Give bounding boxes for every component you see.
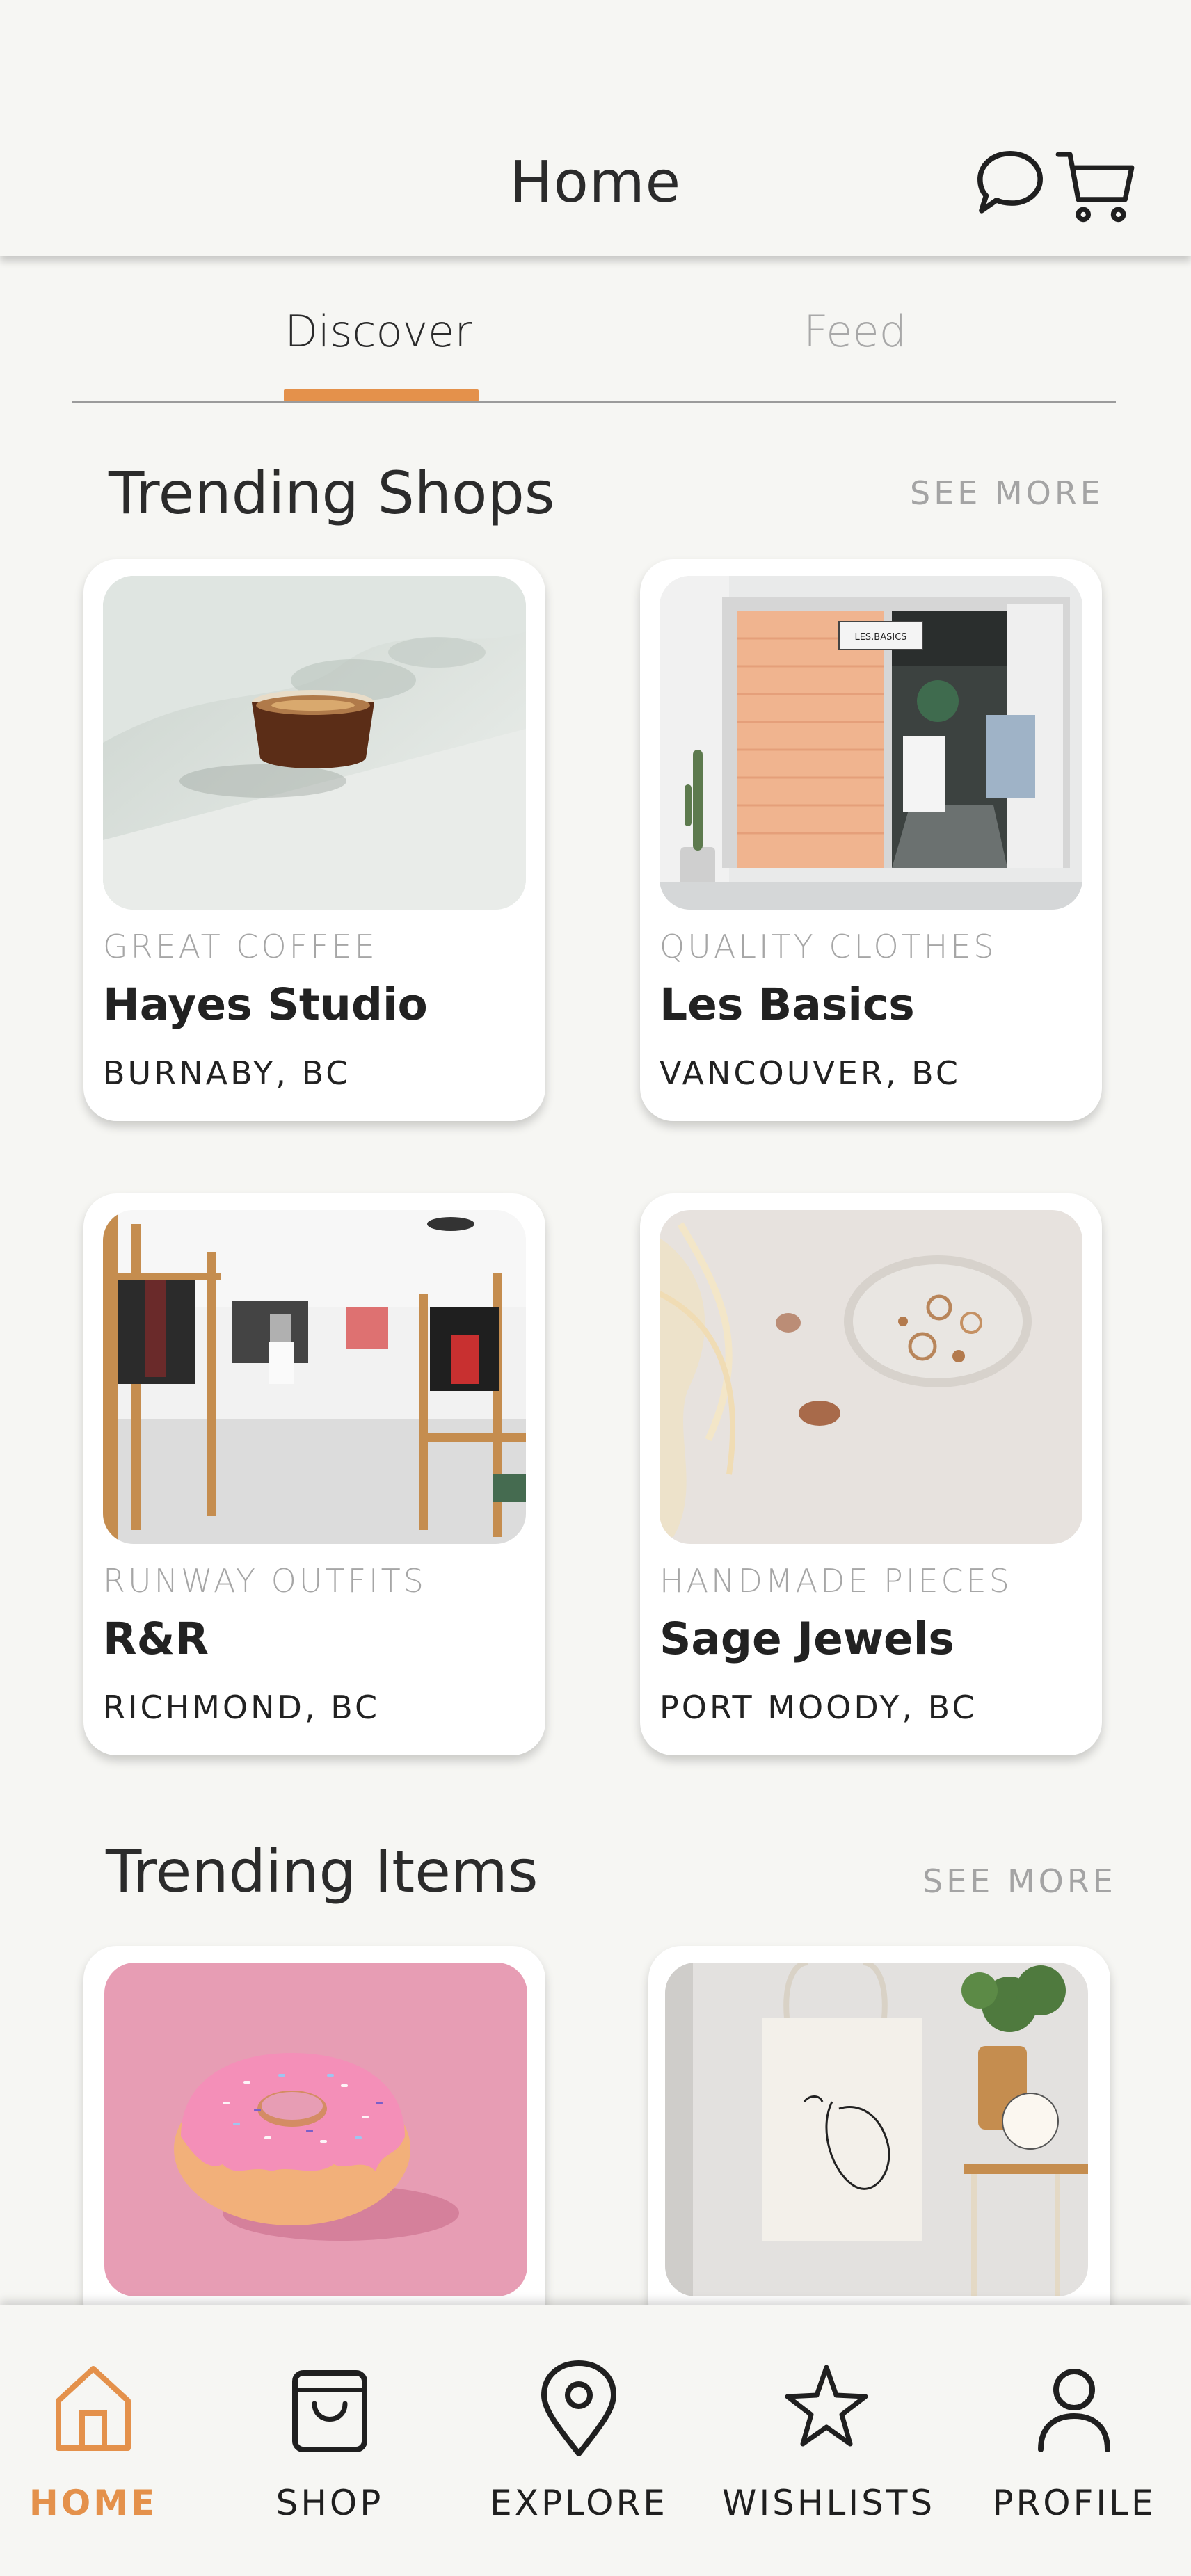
user-icon xyxy=(1032,2359,1116,2456)
tab-discover[interactable]: Discover xyxy=(281,306,476,357)
trending-shops-title: Trending Shops xyxy=(109,459,555,527)
shop-category: RUNWAY OUTFITS xyxy=(103,1562,426,1600)
tab-divider xyxy=(72,401,1116,403)
trending-shops-see-more[interactable]: SEE MORE xyxy=(910,474,1104,512)
shop-category: HANDMADE PIECES xyxy=(660,1562,1012,1600)
nav-profile-label: PROFILE xyxy=(992,2483,1156,2523)
shop-location: PORT MOODY, BC xyxy=(660,1689,977,1726)
shop-image-storefront: LES.BASICS xyxy=(660,576,1082,910)
shop-card-r-and-r[interactable]: RUNWAY OUTFITS R&R RICHMOND, BC xyxy=(83,1193,545,1755)
shop-card-les-basics[interactable]: LES.BASICS QUALITY CLOTHES Les Basics VA… xyxy=(640,559,1102,1121)
star-icon xyxy=(785,2359,868,2456)
nav-home[interactable]: HOME xyxy=(0,2305,198,2576)
item-card-tote-bag[interactable] xyxy=(648,1946,1110,2335)
home-icon xyxy=(51,2359,135,2456)
shop-image-jewelry xyxy=(660,1210,1082,1544)
nav-home-label: HOME xyxy=(29,2483,158,2523)
shop-location: RICHMOND, BC xyxy=(103,1689,381,1726)
nav-shop[interactable]: SHOP xyxy=(225,2305,434,2576)
shop-name: Les Basics xyxy=(660,979,915,1030)
item-card-donut[interactable] xyxy=(83,1946,545,2335)
shop-image-coffee xyxy=(103,576,526,910)
shop-category: QUALITY CLOTHES xyxy=(660,928,997,965)
item-image-donut xyxy=(104,1963,527,2296)
nav-shop-label: SHOP xyxy=(275,2483,384,2523)
trending-items-see-more[interactable]: SEE MORE xyxy=(922,1862,1117,1900)
nav-explore-label: EXPLORE xyxy=(490,2483,668,2523)
shop-name: R&R xyxy=(103,1613,209,1664)
item-image-tote-bag xyxy=(665,1963,1088,2296)
nav-wishlists[interactable]: WISHLISTS xyxy=(722,2305,936,2576)
app-header: Home xyxy=(0,0,1191,256)
bottom-navigation: HOME SHOP EXPLORE WISHLISTS PROFILE xyxy=(0,2305,1191,2576)
shop-location: BURNABY, BC xyxy=(103,1054,351,1092)
shop-name: Hayes Studio xyxy=(103,979,428,1030)
shop-image-clothing-store xyxy=(103,1210,526,1544)
nav-wishlists-label: WISHLISTS xyxy=(722,2483,936,2523)
tab-active-indicator xyxy=(284,389,479,401)
nav-profile[interactable]: PROFILE xyxy=(970,2305,1178,2576)
nav-explore[interactable]: EXPLORE xyxy=(474,2305,683,2576)
shop-card-hayes-studio[interactable]: GREAT COFFEE Hayes Studio BURNABY, BC xyxy=(83,559,545,1121)
shop-location: VANCOUVER, BC xyxy=(660,1054,961,1092)
shop-category: GREAT COFFEE xyxy=(103,928,378,965)
shopping-bag-icon xyxy=(288,2359,371,2456)
chat-icon[interactable] xyxy=(973,146,1048,221)
map-pin-icon xyxy=(537,2359,621,2456)
store-sign-text: LES.BASICS xyxy=(854,632,906,643)
tab-bar: Discover Feed xyxy=(72,285,1116,403)
shop-name: Sage Jewels xyxy=(660,1613,954,1664)
cart-icon[interactable] xyxy=(1053,146,1137,230)
tab-feed[interactable]: Feed xyxy=(698,306,1012,357)
trending-items-title: Trending Items xyxy=(106,1837,538,1906)
shop-card-sage-jewels[interactable]: HANDMADE PIECES Sage Jewels PORT MOODY, … xyxy=(640,1193,1102,1755)
